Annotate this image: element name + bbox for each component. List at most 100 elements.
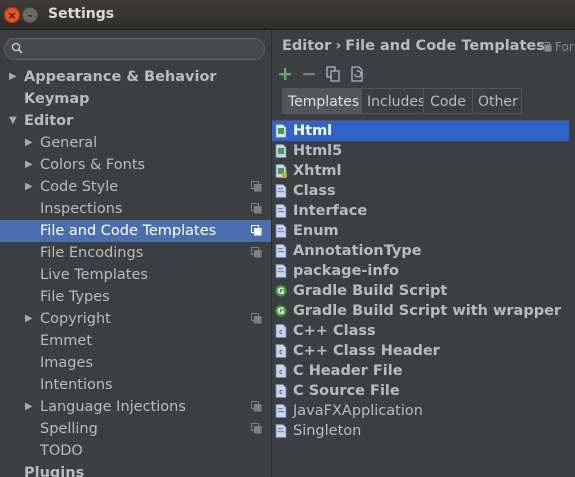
template-item-javafxapplication[interactable]: JavaFXApplication (272, 401, 569, 421)
template-item-gradle-build-script[interactable]: G Gradle Build Script (272, 281, 569, 301)
template-item-c-header-file[interactable]: C C Header File (272, 361, 569, 381)
tree-item-colors-fonts[interactable]: ▶ Colors & Fonts (0, 154, 271, 176)
tree-item-intentions[interactable]: Intentions (0, 374, 271, 396)
tree-item-plugins[interactable]: Plugins (0, 462, 271, 477)
close-window-button[interactable]: × (4, 7, 20, 23)
template-item-gradle-build-script-with-wrapper[interactable]: G Gradle Build Script with wrapper (272, 301, 569, 321)
tree-item-inspections[interactable]: Inspections (0, 198, 271, 220)
project-scope-icon (251, 423, 262, 434)
template-item-enum[interactable]: Enum (272, 221, 569, 241)
tree-item-label: Live Templates (40, 267, 148, 283)
template-item-c-class[interactable]: C C++ Class (272, 321, 569, 341)
java-file-icon (275, 264, 287, 278)
templates-list[interactable]: Html Html5 Xhtml Class Interface Enum Annotati… (272, 120, 569, 477)
java-file-icon (275, 424, 287, 438)
tree-item-file-and-code-templates[interactable]: File and Code Templates (0, 220, 271, 242)
project-scope-icon (251, 313, 262, 324)
tree-item-images[interactable]: Images (0, 352, 271, 374)
template-item-interface[interactable]: Interface (272, 201, 569, 221)
template-name: Enum (293, 223, 339, 239)
cpp-file-icon: C (275, 384, 287, 398)
tree-item-label: File and Code Templates (40, 223, 217, 239)
collapsed-arrow-icon[interactable]: ▶ (25, 308, 33, 330)
tree-item-code-style[interactable]: ▶ Code Style (0, 176, 271, 198)
cpp-file-icon: C (275, 344, 287, 358)
template-name: Gradle Build Script with wrapper (293, 303, 562, 319)
template-name: Singleton (293, 423, 362, 439)
tree-item-label: Plugins (24, 465, 85, 477)
tree-item-label: Language Injections (40, 399, 186, 415)
tree-item-todo[interactable]: TODO (0, 440, 271, 462)
tree-item-label: File Encodings (40, 245, 144, 261)
tree-item-keymap[interactable]: Keymap (0, 88, 271, 110)
tree-item-label: General (40, 135, 98, 151)
breadcrumb-parent: Editor (282, 38, 332, 54)
tree-item-live-templates[interactable]: Live Templates (0, 264, 271, 286)
tree-item-emmet[interactable]: Emmet (0, 330, 271, 352)
expanded-arrow-icon[interactable]: ▼ (9, 110, 17, 132)
xhtml-file-icon (275, 164, 287, 178)
settings-search-input[interactable] (29, 41, 254, 57)
html-file-icon (275, 124, 287, 138)
template-name: C++ Class (293, 323, 376, 339)
breadcrumb: Editor › File and Code Templates (282, 38, 545, 54)
collapsed-arrow-icon[interactable]: ▶ (25, 176, 33, 198)
template-item-singleton[interactable]: Singleton (272, 421, 569, 441)
tree-item-file-encodings[interactable]: File Encodings (0, 242, 271, 264)
template-item-html[interactable]: Html (272, 121, 569, 141)
collapsed-arrow-icon[interactable]: ▶ (25, 396, 33, 418)
html-file-icon (275, 144, 287, 158)
tab-other[interactable]: Other (472, 88, 522, 114)
copy-icon[interactable] (324, 65, 342, 83)
tree-item-file-types[interactable]: File Types (0, 286, 271, 308)
tree-item-copyright[interactable]: ▶ Copyright (0, 308, 271, 330)
tab-includes[interactable]: Includes (361, 88, 425, 114)
template-name: C Source File (293, 383, 400, 399)
project-scope-icon (251, 225, 262, 236)
tree-item-language-injections[interactable]: ▶ Language Injections (0, 396, 271, 418)
add-icon[interactable] (276, 65, 294, 83)
template-item-c-source-file[interactable]: C C Source File (272, 381, 569, 401)
project-scope-icon (542, 42, 552, 52)
settings-sidebar: ▶ Appearance & Behavior Keymap ▼ Editor ▶ Gene… (0, 30, 271, 477)
tree-item-spelling[interactable]: Spelling (0, 418, 271, 440)
remove-icon[interactable] (300, 65, 318, 83)
settings-tree: ▶ Appearance & Behavior Keymap ▼ Editor ▶ Gene… (0, 66, 271, 477)
collapsed-arrow-icon[interactable]: ▶ (25, 132, 33, 154)
project-scope-icon (251, 401, 262, 412)
tab-templates[interactable]: Templates (282, 88, 362, 114)
tree-item-editor[interactable]: ▼ Editor (0, 110, 271, 132)
settings-content: Editor › File and Code Templates For Templ… (272, 30, 575, 477)
window-title: Settings (48, 6, 115, 22)
java-file-icon (275, 404, 287, 418)
tree-item-general[interactable]: ▶ General (0, 132, 271, 154)
svg-text:C: C (279, 390, 283, 396)
collapsed-arrow-icon[interactable]: ▶ (9, 66, 17, 88)
tree-item-label: Intentions (40, 377, 113, 393)
tree-item-label: Editor (24, 113, 74, 129)
template-item-html5[interactable]: Html5 (272, 141, 569, 161)
template-item-c-class-header[interactable]: C C++ Class Header (272, 341, 569, 361)
collapsed-arrow-icon[interactable]: ▶ (25, 154, 33, 176)
svg-text:C: C (279, 330, 283, 336)
reset-icon[interactable] (348, 65, 366, 83)
template-name: JavaFXApplication (293, 403, 423, 419)
tree-item-label: Inspections (40, 201, 123, 217)
template-name: C++ Class Header (293, 343, 440, 359)
template-item-package-info[interactable]: package-info (272, 261, 569, 281)
svg-text:C: C (279, 350, 283, 356)
template-item-xhtml[interactable]: Xhtml (272, 161, 569, 181)
tree-item-label: Keymap (24, 91, 90, 107)
minimize-window-button[interactable]: – (22, 7, 38, 23)
tree-item-appearance-behavior[interactable]: ▶ Appearance & Behavior (0, 66, 271, 88)
java-file-icon (275, 224, 287, 238)
tab-code[interactable]: Code (423, 88, 473, 114)
project-scope-icon (251, 181, 262, 192)
scope-label: For (555, 40, 574, 54)
template-item-class[interactable]: Class (272, 181, 569, 201)
template-name: C Header File (293, 363, 403, 379)
template-item-annotationtype[interactable]: AnnotationType (272, 241, 569, 261)
settings-search-box[interactable] (4, 38, 265, 60)
template-name: Interface (293, 203, 368, 219)
java-file-icon (275, 244, 287, 258)
